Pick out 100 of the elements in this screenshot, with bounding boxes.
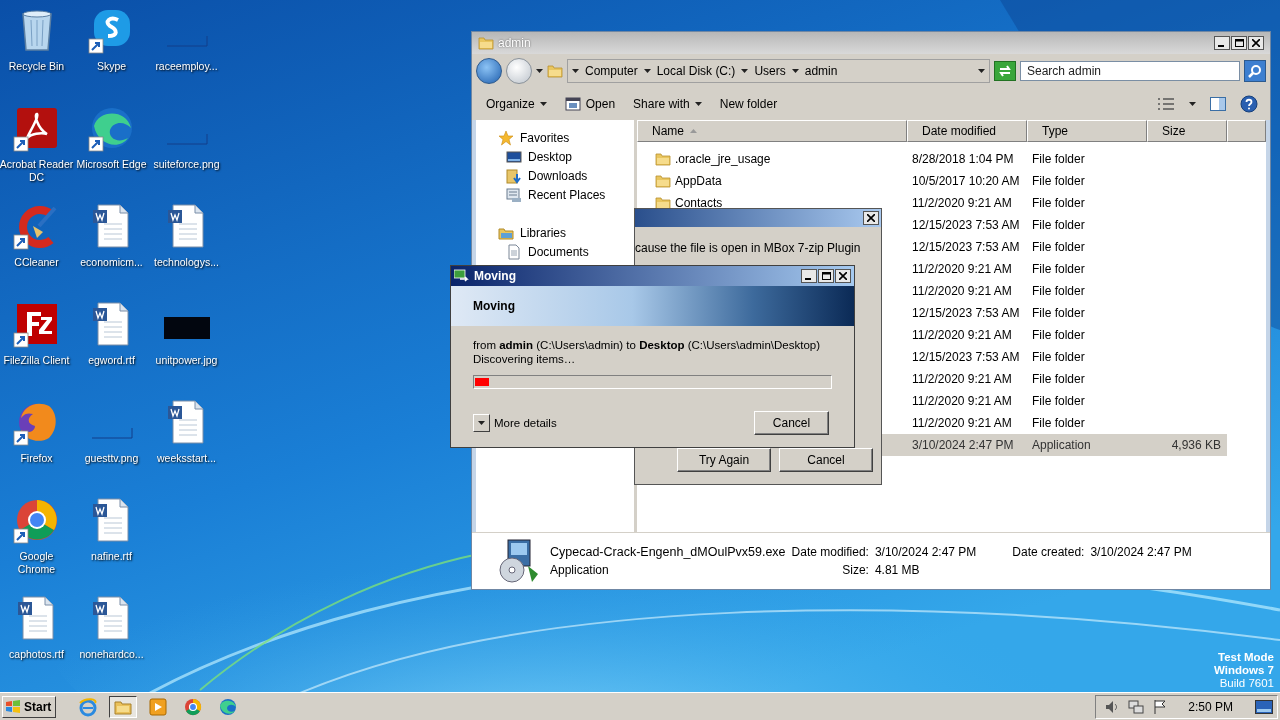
start-button[interactable]: Start (2, 695, 57, 718)
desktop-icon-label[interactable]: technologys... (149, 256, 224, 269)
refresh-button[interactable] (994, 61, 1016, 81)
nav-item[interactable]: Downloads (476, 166, 634, 185)
media-player-icon (148, 696, 169, 717)
cancel-button[interactable]: Cancel (754, 411, 829, 435)
file-row[interactable]: AppData 10/5/2017 10:20 AM File folder (637, 170, 1227, 192)
toolbar-button[interactable]: Open (562, 94, 618, 114)
caret-icon (694, 102, 702, 106)
desktop-icon-label[interactable]: FileZilla Client (0, 354, 74, 367)
desktop-icon-label[interactable]: Recycle Bin (0, 60, 74, 73)
taskbar-app[interactable] (109, 695, 138, 718)
desktop-icon-label[interactable]: Google Chrome (0, 550, 74, 576)
breadcrumb-item[interactable]: Local Disk (C:) (656, 64, 736, 78)
desktop-icon-label[interactable]: egword.rtf (74, 354, 149, 367)
preview-pane-icon[interactable] (1210, 97, 1226, 111)
file-date: 12/15/2023 7:53 AM (911, 350, 1021, 364)
file-type: File folder (1031, 284, 1086, 298)
detail-label: Size: (841, 563, 869, 577)
minimize-button[interactable] (1214, 36, 1230, 50)
window-icon (564, 96, 581, 112)
file-type: File folder (1031, 218, 1086, 232)
detail-value: 3/10/2024 2:47 PM (874, 545, 977, 559)
forward-button[interactable] (506, 58, 532, 84)
close-button[interactable] (863, 211, 879, 225)
file-type: File folder (1031, 262, 1086, 276)
help-icon[interactable] (1240, 95, 1258, 113)
desktop-icon-label[interactable]: caphotos.rtf (0, 648, 74, 661)
file-row[interactable]: Contacts 11/2/2020 9:21 AM File folder (637, 192, 1227, 214)
separator-caret-icon (643, 69, 651, 73)
browser-icon (78, 696, 99, 717)
file-date: 11/2/2020 9:21 AM (911, 328, 1013, 342)
desktop-icon-label[interactable]: Acrobat Reader DC (0, 158, 74, 184)
column-header[interactable]: Size (1147, 120, 1227, 142)
maximize-icon (821, 272, 831, 280)
show-desktop-icon[interactable] (1255, 699, 1273, 714)
network-icon[interactable] (1128, 698, 1145, 715)
file-name: AppData (675, 174, 722, 188)
file-date: 12/15/2023 7:53 AM (911, 218, 1021, 232)
close-button[interactable] (1248, 36, 1264, 50)
file-type: File folder (1031, 196, 1086, 210)
file-date: 11/2/2020 9:21 AM (911, 416, 1013, 430)
file-date: 11/2/2020 9:21 AM (911, 394, 1013, 408)
desktop-icon-label[interactable]: weeksstart... (149, 452, 224, 465)
column-header[interactable]: Name (637, 120, 907, 142)
nav-item[interactable]: Desktop (476, 147, 634, 166)
desktop-icon-label[interactable]: nafine.rtf (74, 550, 149, 563)
file-date: 12/15/2023 7:53 AM (911, 240, 1021, 254)
toolbar-button[interactable]: New folder (717, 95, 780, 113)
toolbar-button[interactable]: Organize (484, 95, 549, 113)
clock[interactable]: 2:50 PM (1188, 699, 1233, 714)
breadcrumb-item[interactable]: admin (804, 64, 838, 78)
desktop-icon-label[interactable]: economicm... (74, 256, 149, 269)
caret-icon (539, 102, 547, 106)
column-header[interactable]: Date modified (907, 120, 1027, 142)
maximize-button[interactable] (818, 269, 834, 283)
browser-icon (218, 696, 239, 717)
nav-item[interactable]: Recent Places (476, 185, 634, 204)
column-header[interactable]: Type (1027, 120, 1147, 142)
desktop-icon-label[interactable]: CCleaner (0, 256, 74, 269)
file-type: Application (550, 563, 610, 577)
more-details-toggle[interactable]: More details (473, 414, 557, 432)
view-list-icon[interactable] (1157, 97, 1175, 111)
file-row[interactable]: .oracle_jre_usage 8/28/2018 1:04 PM File folder (637, 148, 1227, 170)
sort-arrow-icon (690, 129, 697, 133)
route-text: from admin (C:\Users\admin) to Desktop (C:\Users\admin\Desktop) (473, 338, 821, 352)
file-date: 11/2/2020 9:21 AM (911, 196, 1013, 210)
detail-value: 4.81 MB (874, 563, 921, 577)
address-bar[interactable]: Computer Local Disk (C:) Users admin (567, 59, 990, 83)
toolbar-button[interactable]: Share with (631, 95, 704, 113)
dialog-button[interactable]: Cancel (779, 448, 873, 472)
nav-group[interactable]: Favorites (476, 128, 634, 147)
folder-icon (655, 151, 671, 167)
desktop-icon-label[interactable]: unitpower.jpg (149, 354, 224, 367)
desktop-icon-label[interactable]: Skype (74, 60, 149, 73)
nav-item[interactable]: Documents (476, 242, 634, 261)
search-field[interactable]: Search admin (1020, 61, 1240, 81)
close-button[interactable] (835, 269, 851, 283)
close-icon (867, 214, 875, 222)
breadcrumb-item[interactable]: Computer (585, 64, 638, 78)
desktop-icon-label[interactable]: guesttv.png (74, 452, 149, 465)
desktop-icon-label[interactable]: raceemploy... (149, 60, 224, 73)
nav-group[interactable]: Libraries (476, 223, 634, 242)
folder-icon (655, 195, 671, 211)
desktop-icon-label[interactable]: Microsoft Edge (74, 158, 149, 171)
search-icon (1248, 64, 1262, 78)
file-type: File folder (1031, 416, 1086, 430)
file-name: .oracle_jre_usage (675, 152, 771, 166)
maximize-button[interactable] (1231, 36, 1247, 50)
back-button[interactable] (476, 58, 502, 84)
desktop-icon-label[interactable]: suiteforce.png (149, 158, 224, 171)
history-caret-icon (536, 69, 543, 73)
search-button[interactable] (1244, 60, 1266, 82)
dialog-button[interactable]: Try Again (677, 448, 771, 472)
desktop-icon-label[interactable]: Firefox (0, 452, 74, 465)
file-type: File folder (1031, 306, 1086, 320)
breadcrumb-item[interactable]: Users (754, 64, 786, 78)
minimize-button[interactable] (801, 269, 817, 283)
separator-caret-icon (791, 69, 799, 73)
file-type: Application (1031, 438, 1092, 452)
